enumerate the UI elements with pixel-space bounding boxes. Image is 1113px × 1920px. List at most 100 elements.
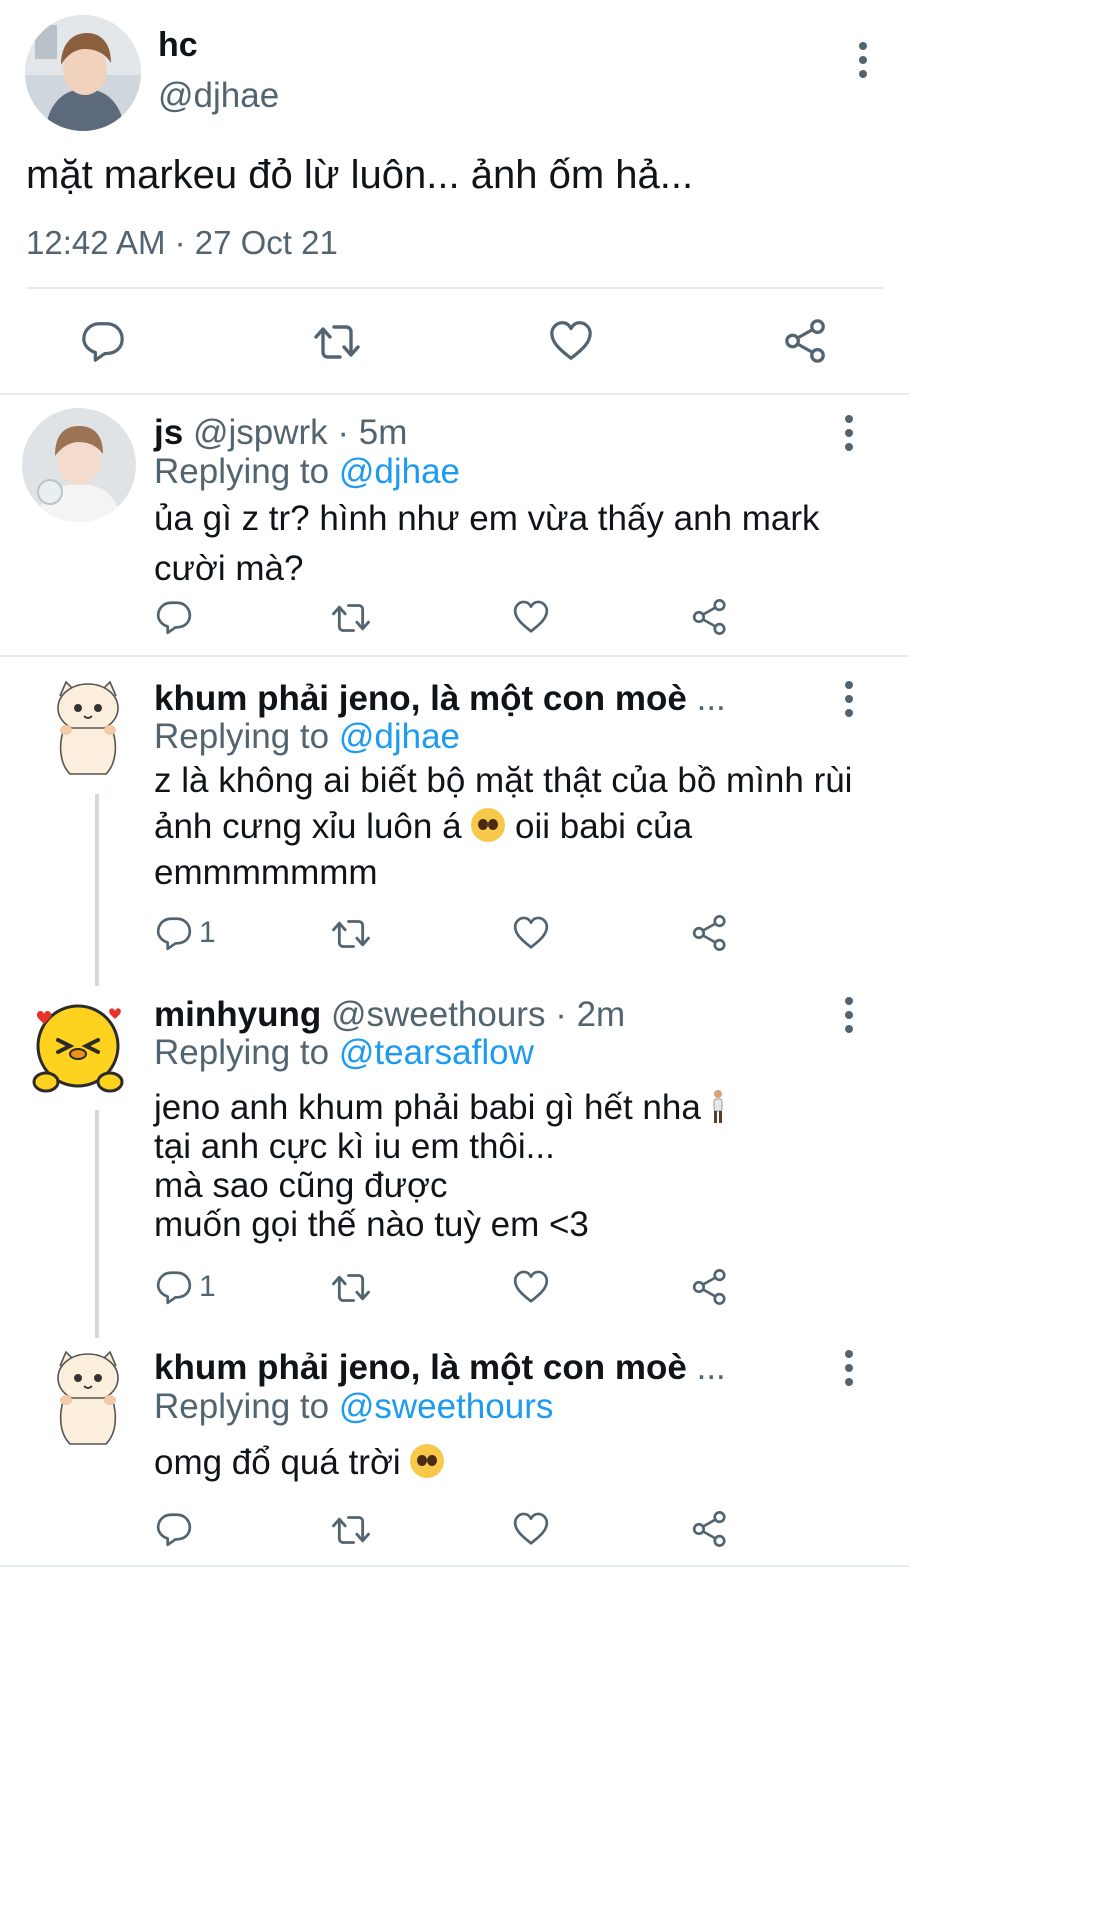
replying-to-label: Replying to — [154, 1387, 330, 1426]
retweet-button[interactable] — [331, 1510, 371, 1550]
reply-time[interactable]: · 5m — [337, 413, 407, 452]
retweet-button[interactable] — [313, 318, 361, 366]
heart-icon — [512, 1268, 550, 1306]
like-button[interactable] — [512, 1510, 550, 1548]
main-tweet-text: mặt markeu đỏ lừ luôn... ảnh ốm hả... — [26, 153, 694, 197]
more-options-icon[interactable] — [843, 681, 855, 717]
reply-text: omg đổ quá trời — [154, 1443, 401, 1482]
reply-text-line: mà sao cũng được — [154, 1166, 448, 1205]
replying-to-handle[interactable]: @tearsaflow — [339, 1033, 534, 1072]
share-icon — [783, 318, 829, 364]
name-ellipsis: ... — [696, 1348, 726, 1387]
name-ellipsis: ... — [696, 679, 726, 718]
cat-sticker-image — [57, 1350, 119, 1445]
reply-count: 1 — [199, 916, 216, 949]
share-icon — [691, 1510, 729, 1548]
reply-handle[interactable]: @jspwrk — [193, 413, 328, 452]
reply-icon — [80, 318, 126, 364]
thread-line — [95, 1110, 99, 1338]
heart-icon — [512, 598, 550, 636]
like-button[interactable] — [548, 318, 594, 364]
reply-button[interactable]: 1 — [155, 914, 216, 952]
reply-text: jeno anh khum phải babi gì hết nha tại a… — [154, 1088, 854, 1244]
avatar[interactable] — [25, 15, 141, 131]
main-handle[interactable]: @djhae — [158, 76, 279, 116]
reply-text-line: z là không ai biết bộ mặt thật của bồ mì… — [154, 761, 853, 800]
main-timestamp[interactable]: 12:42 AM · 27 Oct 21 — [26, 224, 338, 262]
user-photo — [22, 408, 136, 522]
more-options-icon[interactable] — [843, 1350, 855, 1386]
replying-to-handle[interactable]: @djhae — [339, 452, 460, 491]
like-button[interactable] — [512, 914, 550, 952]
reply-count: 1 — [199, 1270, 216, 1303]
reply-display-name[interactable]: js — [154, 413, 183, 452]
reply-icon — [155, 1510, 193, 1548]
reply-text: ủa gì z tr? hình như em vừa thấy anh mar… — [154, 499, 820, 588]
avatar[interactable] — [38, 1346, 138, 1450]
reply-text-line: muốn gọi thế nào tuỳ em <3 — [154, 1205, 589, 1244]
replying-to-handle[interactable]: @sweethours — [339, 1387, 554, 1426]
share-button[interactable] — [691, 598, 729, 636]
reply-button[interactable]: 1 — [155, 1268, 216, 1306]
main-display-name[interactable]: hc — [158, 26, 198, 65]
reply-button[interactable] — [80, 318, 126, 364]
reply-button[interactable] — [155, 1510, 199, 1548]
replying-to-label: Replying to — [154, 1033, 330, 1072]
reply-text-line: emmmmmmm — [154, 853, 378, 892]
duck-sticker-image — [32, 1004, 124, 1093]
avatar[interactable] — [22, 408, 136, 522]
reply-button[interactable] — [155, 598, 199, 636]
heart-icon — [548, 318, 594, 364]
reply-time[interactable]: · 2m — [555, 995, 625, 1034]
share-icon — [691, 914, 729, 952]
heart-icon — [512, 914, 550, 952]
more-options-icon[interactable] — [843, 997, 855, 1033]
reply-display-name[interactable]: khum phải jeno, là một con moè — [154, 1348, 687, 1387]
reply-text: z là không ai biết bộ mặt thật của bồ mì… — [154, 758, 854, 896]
replying-to-label: Replying to — [154, 717, 330, 756]
share-button[interactable] — [691, 1510, 729, 1548]
heart-icon — [512, 1510, 550, 1548]
divider — [0, 1565, 909, 1567]
reply-icon — [155, 1268, 193, 1306]
reply-icon — [155, 914, 193, 952]
reply-text-segment: jeno anh khum phải babi gì hết nha — [154, 1088, 701, 1127]
divider — [0, 393, 909, 395]
reply-icon — [155, 598, 193, 636]
retweet-icon — [331, 1510, 371, 1550]
divider — [0, 655, 909, 657]
reply-text-line: tại anh cực kì iu em thôi... — [154, 1127, 555, 1166]
share-icon — [691, 1268, 729, 1306]
more-options-icon[interactable] — [857, 42, 869, 78]
share-button[interactable] — [783, 318, 829, 364]
pleading-face-emoji — [471, 808, 506, 842]
user-photo — [25, 15, 141, 131]
retweet-icon — [331, 1268, 371, 1308]
reply-handle[interactable]: @sweethours — [331, 995, 546, 1034]
retweet-icon — [313, 318, 361, 366]
replying-to-label: Replying to — [154, 452, 330, 491]
avatar[interactable] — [22, 996, 134, 1100]
person-standing-emoji — [713, 1090, 723, 1123]
share-icon — [691, 598, 729, 636]
cat-sticker-image — [57, 680, 119, 775]
thread-line — [95, 794, 99, 986]
reply-display-name[interactable]: khum phải jeno, là một con moè — [154, 679, 687, 718]
share-button[interactable] — [691, 1268, 729, 1306]
reply-text-segment: ảnh cưng xỉu luôn á — [154, 807, 462, 846]
reply-display-name[interactable]: minhyung — [154, 995, 321, 1034]
retweet-button[interactable] — [331, 914, 371, 954]
retweet-button[interactable] — [331, 598, 371, 638]
share-button[interactable] — [691, 914, 729, 952]
divider — [26, 287, 884, 289]
replying-to-handle[interactable]: @djhae — [339, 717, 460, 756]
like-button[interactable] — [512, 598, 550, 636]
avatar[interactable] — [38, 676, 138, 780]
more-options-icon[interactable] — [843, 415, 855, 451]
retweet-icon — [331, 598, 371, 638]
retweet-icon — [331, 914, 371, 954]
retweet-button[interactable] — [331, 1268, 371, 1308]
like-button[interactable] — [512, 1268, 550, 1306]
pleading-face-emoji — [410, 1444, 445, 1478]
reply-text-segment: oii babi của — [515, 807, 693, 846]
